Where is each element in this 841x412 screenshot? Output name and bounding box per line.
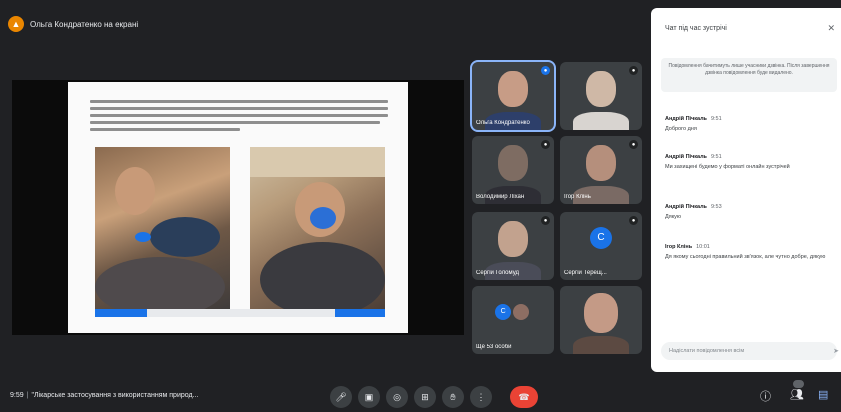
send-icon[interactable]: ➤ bbox=[833, 347, 839, 355]
chat-panel: Чат під час зустрічі ✕ Повідомлення бачи… bbox=[651, 8, 841, 372]
participant-name: Ігор Клінь bbox=[564, 194, 591, 200]
message-time: 9:51 bbox=[710, 154, 722, 160]
message-author: Андрій Пічкаль bbox=[665, 204, 707, 210]
camera-icon: ▣ bbox=[364, 391, 374, 402]
info-icon[interactable]: ⓘ bbox=[760, 388, 771, 404]
meet-window: ▲ Ольга Кондратенко на екрані ● Ольга Ко… bbox=[0, 0, 841, 412]
avatar: C bbox=[590, 226, 612, 249]
participant-tile[interactable] bbox=[560, 286, 642, 354]
message-time: 9:51 bbox=[710, 116, 722, 122]
captions-icon: ◎ bbox=[393, 391, 401, 402]
mic-off-icon: ● bbox=[629, 216, 638, 225]
hand-icon: ✋︎ bbox=[450, 391, 456, 402]
close-icon[interactable]: ✕ bbox=[827, 23, 835, 34]
message-text: Дя якому сьогодні правильний зв'язок, ал… bbox=[665, 254, 826, 260]
presenting-label: Ольга Кондратенко на екрані bbox=[30, 19, 139, 29]
participant-tile[interactable]: C ● Сергій Терещ... bbox=[560, 212, 642, 280]
mic-button[interactable]: 🎤︎ bbox=[330, 386, 352, 408]
message-author: Андрій Пічкаль bbox=[665, 116, 707, 122]
people-icon[interactable]: 👥︎ bbox=[790, 388, 804, 401]
avatar bbox=[513, 303, 530, 320]
message-time: 10:01 bbox=[696, 244, 710, 250]
participant-name: Сергій Терещ... bbox=[564, 270, 607, 276]
participant-name: Ольга Кондратенко bbox=[476, 120, 530, 126]
chat-notice: Повідомлення бачитимуть лише учасники дз… bbox=[661, 58, 837, 92]
presentation-slide bbox=[68, 82, 408, 333]
participant-name: Ще 53 особи bbox=[476, 344, 512, 350]
present-to-all-icon: ▲ bbox=[8, 16, 24, 32]
captions-button[interactable]: ◎ bbox=[386, 386, 408, 408]
message-text: Доброго дня bbox=[665, 126, 697, 132]
participant-tile[interactable]: ● Сергій Голомуд bbox=[472, 212, 554, 280]
speaking-indicator-icon: ● bbox=[541, 66, 550, 75]
slide-caption-bar bbox=[95, 309, 385, 317]
presenting-banner: ▲ Ольга Кондратенко на екрані bbox=[8, 14, 138, 34]
chat-message: Андрій Пічкаль 9:51 Ми захищені будемо у … bbox=[665, 154, 835, 171]
clock: 9:59 bbox=[10, 392, 24, 399]
shared-screen bbox=[12, 80, 464, 335]
mic-icon: 🎤︎ bbox=[335, 391, 347, 402]
mic-off-icon: ● bbox=[541, 216, 550, 225]
mic-off-icon: ● bbox=[629, 66, 638, 75]
chat-message: Андрій Пічкаль 9:51 Доброго дня bbox=[665, 116, 835, 133]
others-tile[interactable]: C Ще 53 особи bbox=[472, 286, 554, 354]
participant-name: Сергій Голомуд bbox=[476, 270, 519, 276]
message-author: Андрій Пічкаль bbox=[665, 154, 707, 160]
bottom-toolbar: 9:59 | "Лікарське застосування з використа… bbox=[0, 380, 841, 412]
present-icon: ⊞ bbox=[421, 391, 429, 402]
meeting-title: "Лікарське застосування з використанням … bbox=[31, 392, 199, 399]
chat-message: Андрій Пічкаль 9:53 Дякую bbox=[665, 204, 835, 221]
meeting-info: 9:59 | "Лікарське застосування з використа… bbox=[10, 392, 199, 399]
more-vert-icon: ⋮ bbox=[476, 391, 486, 402]
message-text: Дякую bbox=[665, 214, 682, 220]
chat-message: Ігор Клінь 10:01 Дя якому сьогодні правил… bbox=[665, 244, 835, 261]
camera-button[interactable]: ▣ bbox=[358, 386, 380, 408]
mic-off-icon: ● bbox=[629, 140, 638, 149]
present-button[interactable]: ⊞ bbox=[414, 386, 436, 408]
raise-hand-button[interactable]: ✋︎ bbox=[442, 386, 464, 408]
chat-icon[interactable]: ▤ bbox=[818, 388, 828, 401]
participant-tile[interactable]: ● Ігор Клінь bbox=[560, 136, 642, 204]
participant-tile[interactable]: ● Володимир Ліхан bbox=[472, 136, 554, 204]
participant-tile[interactable]: ● bbox=[560, 62, 642, 130]
slide-text-block bbox=[90, 100, 388, 131]
mic-off-icon: ● bbox=[541, 140, 550, 149]
chat-title: Чат під час зустрічі bbox=[665, 25, 727, 32]
avatar: C bbox=[495, 303, 512, 320]
end-call-button[interactable]: ☎︎ bbox=[510, 386, 538, 408]
participant-tile[interactable]: ● Ольга Кондратенко bbox=[470, 60, 556, 132]
slide-photo-left bbox=[95, 147, 230, 312]
slide-photo-right bbox=[250, 147, 385, 312]
chat-input[interactable]: Надіслати повідомлення всім bbox=[661, 342, 837, 360]
phone-hangup-icon: ☎︎ bbox=[518, 391, 530, 402]
participant-name: Володимир Ліхан bbox=[476, 194, 525, 200]
participant-count-badge bbox=[793, 380, 804, 388]
message-time: 9:53 bbox=[710, 204, 722, 210]
message-text: Ми захищені будемо у форматі онлайн зуст… bbox=[665, 164, 790, 170]
more-options-button[interactable]: ⋮ bbox=[470, 386, 492, 408]
message-author: Ігор Клінь bbox=[665, 244, 693, 250]
